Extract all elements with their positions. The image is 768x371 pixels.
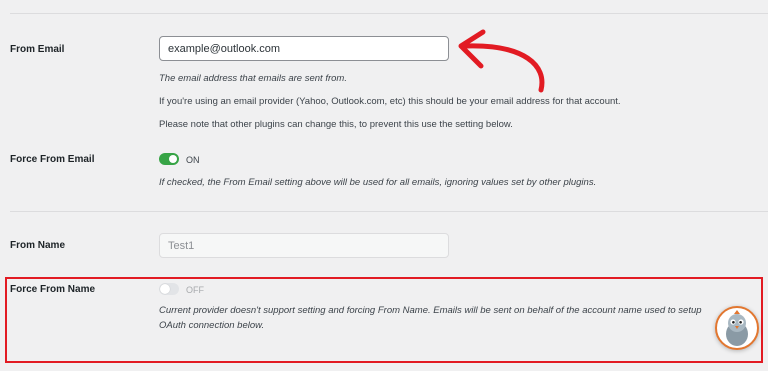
pigeon-mascot-icon[interactable] bbox=[715, 306, 759, 350]
force-from-name-help-1: Current provider doesn't support setting… bbox=[159, 305, 702, 316]
pigeon-icon bbox=[726, 310, 748, 346]
from-email-help-3: Please note that other plugins can chang… bbox=[159, 119, 513, 130]
top-divider bbox=[10, 13, 768, 14]
from-email-help-2: If you're using an email provider (Yahoo… bbox=[159, 96, 621, 107]
force-from-name-state: OFF bbox=[186, 285, 204, 295]
force-from-email-label: Force From Email bbox=[10, 154, 95, 165]
force-from-name-help-2: OAuth connection below. bbox=[159, 320, 265, 331]
red-arrow-icon bbox=[458, 29, 545, 93]
force-from-name-toggle[interactable] bbox=[159, 283, 179, 295]
from-name-input[interactable] bbox=[159, 233, 449, 258]
force-from-email-help: If checked, the From Email setting above… bbox=[159, 177, 597, 188]
force-from-name-label: Force From Name bbox=[10, 284, 96, 295]
from-email-help-1: The email address that emails are sent f… bbox=[159, 73, 347, 84]
toggle-knob bbox=[169, 155, 177, 163]
from-email-input[interactable] bbox=[159, 36, 449, 61]
toggle-knob bbox=[160, 284, 170, 294]
force-from-email-state: ON bbox=[186, 155, 200, 165]
from-name-label: From Name bbox=[10, 240, 66, 251]
section-divider bbox=[10, 211, 768, 212]
from-email-label: From Email bbox=[10, 44, 65, 55]
force-from-email-toggle[interactable] bbox=[159, 153, 179, 165]
force-from-name-highlight bbox=[5, 277, 763, 363]
